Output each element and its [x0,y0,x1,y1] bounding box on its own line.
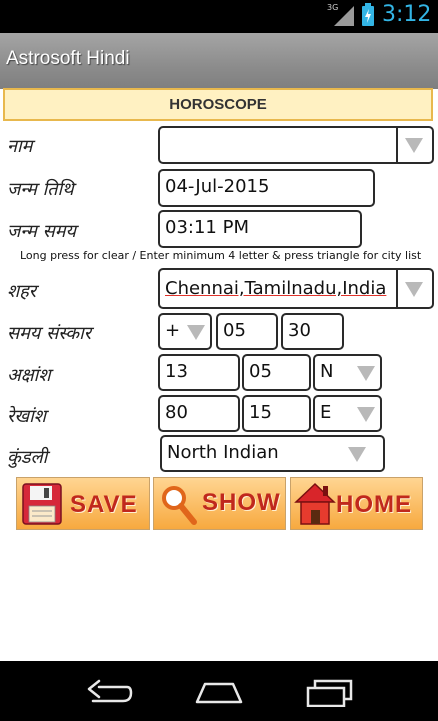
house-icon [294,482,336,525]
longitude-label: रेखांश [7,406,46,427]
city-dropdown-triangle-icon[interactable] [405,282,423,297]
longitude-minutes-field[interactable]: 15 [242,395,311,432]
city-label: शहर [7,281,37,302]
chart-dropdown-triangle-icon [348,447,366,462]
timezone-hours-field[interactable]: 05 [216,313,278,350]
name-separator [396,128,398,162]
show-button[interactable]: SHOW [153,477,286,530]
timezone-minutes-field[interactable]: 30 [281,313,344,350]
city-hint-text: Long press for clear / Enter minimum 4 l… [20,249,422,262]
tob-field[interactable]: 03:11 PM [158,210,362,248]
latitude-direction-select[interactable]: N [313,354,382,391]
recent-apps-icon[interactable] [305,679,355,707]
tob-label: जन्म समय [7,221,76,242]
battery-icon [362,3,374,26]
timezone-sign-select[interactable]: + [158,313,212,350]
latitude-degrees-field[interactable]: 13 [158,354,240,391]
timezone-sign-value: + [165,320,181,341]
city-value: Chennai,Tamilnadu,India [165,278,387,299]
city-separator [396,270,398,307]
save-button-label: SAVE [70,491,138,518]
floppy-disk-icon [22,483,62,525]
longitude-direction-value: E [320,402,332,423]
home-button[interactable]: HOME [290,477,423,530]
show-button-label: SHOW [202,489,281,516]
longitude-direction-select[interactable]: E [313,395,382,432]
city-field[interactable]: Chennai,Tamilnadu,India [158,268,434,309]
sign-dropdown-triangle-icon [187,325,205,340]
back-icon[interactable] [83,679,133,707]
dropdown-triangle-icon[interactable] [405,138,423,153]
latitude-minutes-field[interactable]: 05 [242,354,311,391]
latitude-label: अक्षांश [7,365,51,386]
dob-label: जन्म तिथि [7,179,74,200]
chart-style-select[interactable]: North Indian [160,435,385,472]
magnifier-icon [162,486,197,525]
home-button-label: HOME [336,491,412,518]
longitude-degrees-field[interactable]: 80 [158,395,240,432]
timezone-label: समय संस्कार [7,323,92,344]
name-field[interactable] [158,126,434,164]
name-label: नाम [7,136,33,157]
chart-style-label: कुंडली [7,447,48,468]
section-header: HOROSCOPE [3,88,433,121]
navigation-bar [0,661,438,721]
save-button[interactable]: SAVE [16,477,150,530]
signal-icon [334,6,354,26]
lat-dropdown-triangle-icon [357,366,375,381]
chart-style-value: North Indian [167,442,279,463]
latitude-direction-value: N [320,361,334,382]
clock: 3:12 [382,2,432,27]
dob-field[interactable]: 04-Jul-2015 [158,169,375,207]
home-nav-icon[interactable] [193,680,245,706]
lon-dropdown-triangle-icon [357,407,375,422]
app-title: Astrosoft Hindi [6,48,130,69]
